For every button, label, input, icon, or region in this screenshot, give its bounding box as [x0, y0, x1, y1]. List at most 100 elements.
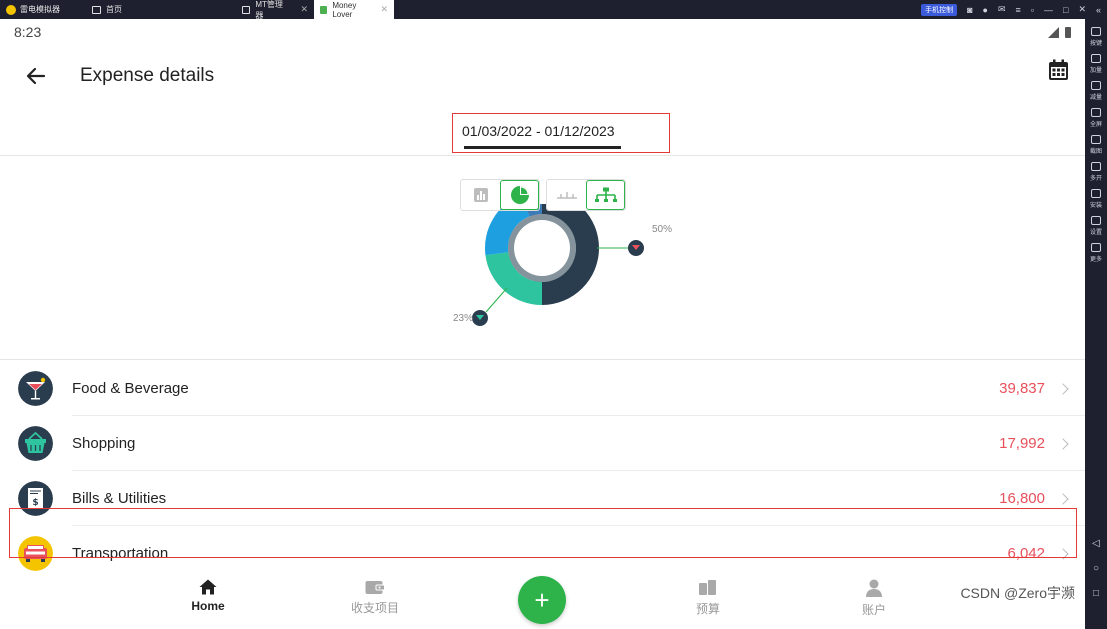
status-time: 8:23	[14, 24, 42, 40]
multi-instance-icon	[1090, 162, 1101, 171]
side-button-label: 多开	[1089, 176, 1102, 182]
mt-tab-icon	[242, 5, 251, 14]
side-button-label: 设置	[1089, 230, 1102, 236]
side-button-settings[interactable]: 设置	[1090, 216, 1102, 236]
apk-icon	[1090, 189, 1101, 198]
scissors-icon	[1090, 135, 1101, 144]
category-name: Food & Beverage	[72, 380, 189, 397]
divider	[0, 155, 1085, 156]
side-button-install[interactable]: 安装	[1090, 189, 1102, 209]
restore-icon[interactable]: ▫	[1031, 5, 1034, 15]
category-amount: 16,800	[999, 490, 1045, 507]
leader-line-shopping	[485, 287, 508, 313]
volume-down-icon	[1090, 81, 1101, 90]
side-button-label: 截图	[1089, 149, 1102, 155]
add-transaction-button[interactable]: +	[518, 576, 566, 624]
pie-chart-icon	[510, 186, 529, 204]
donut-hole	[514, 220, 570, 276]
account-icon	[866, 579, 882, 597]
more-icon	[1090, 243, 1101, 252]
date-range-text: 01/03/2022 - 01/12/2023	[462, 123, 615, 139]
donut-chart: 50% 23%	[430, 191, 690, 349]
page-title: Expense details	[80, 65, 215, 86]
tree-group-icon	[594, 187, 617, 202]
emulator-tab-moneylover[interactable]: Money Lover ✕	[314, 0, 394, 19]
emulator-app-name: 雷电模拟器	[20, 5, 60, 14]
flat-list-button[interactable]	[547, 180, 586, 210]
list-divider	[0, 359, 1085, 360]
nav-account[interactable]: 账户	[834, 579, 914, 618]
group-toggle	[546, 179, 626, 211]
bar-chart-button[interactable]	[461, 180, 500, 210]
battery-icon	[1065, 26, 1071, 38]
side-button-volume-down[interactable]: 减量	[1090, 81, 1102, 101]
side-button-label: 全屏	[1089, 122, 1102, 128]
side-button-multi[interactable]: 多开	[1090, 162, 1102, 182]
side-button-keys[interactable]: 按键	[1090, 27, 1102, 47]
mail-icon[interactable]: ✉	[998, 4, 1006, 15]
side-button-label: 加量	[1089, 68, 1102, 74]
basket-icon	[18, 426, 53, 461]
gear-icon	[1090, 216, 1101, 225]
android-nav: ◁ ○ □	[1092, 538, 1100, 599]
chart-type-toggle	[460, 179, 540, 211]
home-tab-icon	[92, 5, 101, 14]
signal-icon	[1048, 26, 1059, 38]
date-range-underline	[464, 146, 621, 149]
nav-transactions[interactable]: 收支项目	[335, 579, 415, 616]
menu-icon[interactable]: ≡	[1016, 5, 1021, 15]
nav-budget-label: 预算	[695, 602, 720, 616]
flat-list-icon	[556, 192, 577, 199]
category-name: Bills & Utilities	[72, 490, 167, 507]
side-button-screenshot[interactable]: 截图	[1090, 135, 1102, 155]
category-amount: 17,992	[999, 435, 1045, 452]
side-button-fullscreen[interactable]: 全屏	[1090, 108, 1102, 128]
android-back-icon[interactable]: ◁	[1092, 538, 1100, 549]
side-button-more[interactable]: 更多	[1090, 243, 1102, 263]
tab-label: MT管理器	[255, 0, 283, 20]
tab-label: Money Lover	[332, 0, 357, 19]
calendar-icon[interactable]	[1048, 59, 1069, 81]
gamepad-icon[interactable]: ◙	[967, 5, 972, 15]
collapse-icon[interactable]: «	[1096, 5, 1101, 15]
slice-label-shopping: 23%	[453, 313, 474, 324]
date-range-selector[interactable]: 01/03/2022 - 01/12/2023	[452, 113, 670, 153]
nav-home-label: Home	[191, 599, 225, 613]
home-icon	[199, 579, 217, 595]
tree-group-button[interactable]	[586, 180, 625, 210]
chevron-right-icon	[1057, 437, 1069, 450]
side-button-label: 安装	[1089, 203, 1102, 209]
emulator-tab-home[interactable]: 首页	[86, 0, 236, 19]
user-icon[interactable]: ●	[983, 5, 988, 15]
emulator-tab-mt[interactable]: MT管理器 ✕	[236, 0, 314, 20]
side-button-label: 按键	[1089, 41, 1102, 47]
chevron-right-icon	[1057, 492, 1069, 505]
category-row-food[interactable]: Food & Beverage 39,837	[0, 361, 1085, 416]
emulator-logo-icon	[6, 4, 16, 15]
wallet-icon	[365, 581, 385, 594]
moneylover-tab-icon	[320, 5, 328, 14]
android-home-icon[interactable]: ○	[1093, 563, 1099, 574]
category-row-shopping[interactable]: Shopping 17,992	[0, 416, 1085, 471]
minimize-icon[interactable]: —	[1044, 5, 1053, 15]
side-button-label: 更多	[1089, 257, 1102, 263]
bottom-nav: Home 收支项目 + 预算 账户	[0, 575, 1085, 629]
nav-home[interactable]: Home	[168, 579, 248, 613]
emulator-side-toolbar: 按键 加量 减量 全屏 截图 多开 安装 设置 更多 ◁ ○ □	[1085, 19, 1107, 629]
donut-chart-svg	[472, 191, 644, 326]
maximize-icon[interactable]: □	[1063, 5, 1068, 15]
close-icon[interactable]: ✕	[1078, 4, 1086, 15]
nav-budget[interactable]: 预算	[668, 579, 748, 617]
close-tab-icon[interactable]: ✕	[380, 4, 388, 15]
back-arrow-icon[interactable]	[24, 64, 48, 88]
android-recents-icon[interactable]: □	[1093, 588, 1099, 599]
side-button-volume-up[interactable]: 加量	[1090, 54, 1102, 74]
slice-label-food: 50%	[652, 224, 673, 235]
pie-chart-button[interactable]	[500, 180, 539, 210]
phone-control-button[interactable]: 手机控制	[921, 3, 958, 16]
status-bar: 8:23	[0, 19, 1085, 45]
category-name: Shopping	[72, 435, 136, 452]
bar-chart-icon	[473, 188, 488, 202]
svg-text:$: $	[32, 498, 38, 508]
close-tab-icon[interactable]: ✕	[300, 4, 308, 15]
